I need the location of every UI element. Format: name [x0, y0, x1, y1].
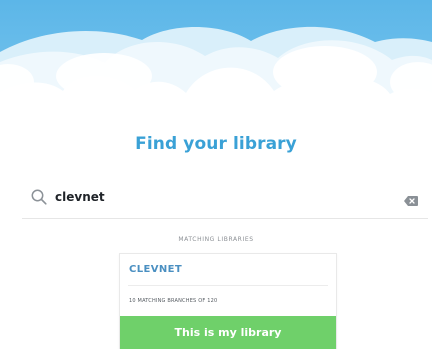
sky-cloud-header — [0, 0, 432, 122]
backspace-icon[interactable] — [404, 191, 418, 206]
cloud-illustration — [0, 0, 432, 122]
matching-branches-count: 10 MATCHING BRANCHES OF 120 — [129, 298, 218, 304]
app-screen: Find your library MATCHING LIBRARIES CLE… — [0, 0, 432, 349]
matching-libraries-label: MATCHING LIBRARIES — [178, 236, 254, 243]
library-name: CLEVNET — [129, 264, 183, 275]
search-divider — [22, 218, 428, 219]
search-icon — [31, 189, 47, 205]
page-title: Find your library — [135, 134, 297, 154]
card-divider — [128, 285, 328, 286]
library-result-card: CLEVNET 10 MATCHING BRANCHES OF 120 This… — [119, 253, 337, 349]
library-search-bar — [0, 186, 432, 216]
this-is-my-library-button[interactable]: This is my library — [120, 316, 336, 349]
search-input[interactable] — [55, 187, 355, 207]
